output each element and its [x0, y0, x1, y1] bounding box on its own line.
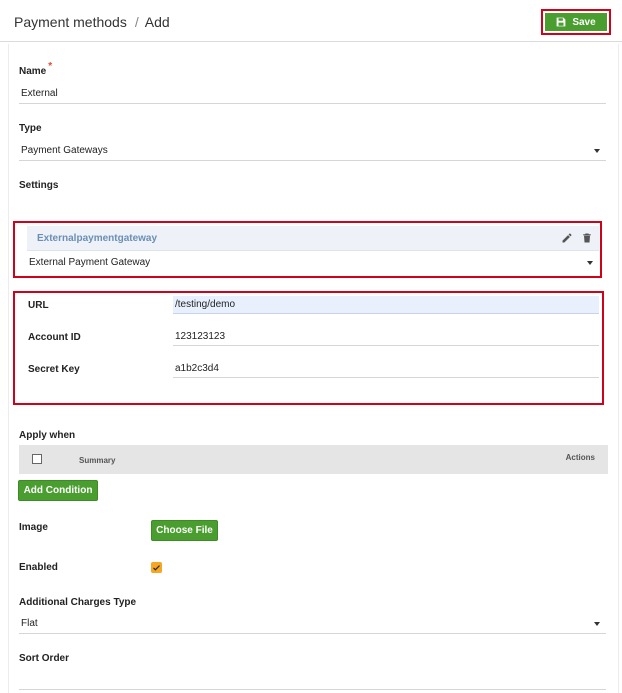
chevron-down-icon: [594, 622, 600, 626]
additional-charges-type-label: Additional Charges Type: [19, 597, 137, 608]
sort-order-input[interactable]: [19, 672, 606, 690]
account-id-label: Account ID: [28, 332, 81, 343]
enabled-label: Enabled: [19, 562, 58, 573]
secret-key-input[interactable]: a1b2c3d4: [173, 360, 599, 378]
checkmark-icon: [153, 565, 160, 571]
pencil-icon[interactable]: [561, 232, 573, 244]
gateway-credentials-highlight: URL /testing/demo Account ID 123123123 S…: [13, 291, 604, 405]
sort-order-label: Sort Order: [19, 653, 70, 664]
additional-charges-type-value: Flat: [21, 618, 38, 629]
secret-key-label: Secret Key: [28, 364, 80, 375]
name-input[interactable]: External: [19, 86, 606, 104]
trash-icon[interactable]: [581, 232, 593, 244]
gateway-title: Externalpaymentgateway: [37, 233, 158, 244]
save-button[interactable]: Save: [545, 13, 607, 31]
conditions-table-header: Summary Actions: [19, 445, 608, 474]
name-label: Name *: [19, 61, 53, 77]
gateway-select-value: External Payment Gateway: [29, 257, 151, 268]
additional-charges-type-select[interactable]: Flat: [19, 616, 606, 634]
image-label: Image: [19, 522, 48, 533]
save-icon: [556, 17, 566, 27]
url-input[interactable]: /testing/demo: [173, 296, 599, 314]
gateway-header: Externalpaymentgateway: [27, 226, 599, 251]
url-label: URL: [28, 300, 49, 311]
type-select-value: Payment Gateways: [21, 145, 108, 156]
apply-when-label: Apply when: [19, 430, 76, 441]
settings-label: Settings: [19, 180, 59, 191]
breadcrumb: Payment methods / Add: [14, 14, 170, 30]
summary-column-header: Summary: [79, 456, 116, 465]
type-label: Type: [19, 123, 42, 134]
save-button-highlight: Save: [541, 9, 611, 35]
choose-file-button[interactable]: Choose File: [151, 520, 218, 541]
select-all-checkbox[interactable]: [32, 454, 42, 464]
type-select[interactable]: Payment Gateways: [19, 143, 606, 161]
add-condition-button[interactable]: Add Condition: [18, 480, 98, 501]
chevron-down-icon: [587, 261, 593, 265]
chevron-down-icon: [594, 149, 600, 153]
gateway-select[interactable]: External Payment Gateway: [27, 255, 599, 273]
gateway-settings-highlight: Externalpaymentgateway External Payment …: [13, 221, 602, 278]
page-header: Payment methods / Add Save: [0, 0, 622, 42]
actions-column-header: Actions: [565, 453, 595, 462]
breadcrumb-current: Add: [144, 14, 170, 30]
enabled-checkbox[interactable]: [151, 562, 162, 573]
account-id-input[interactable]: 123123123: [173, 328, 599, 346]
required-asterisk: *: [48, 61, 53, 72]
breadcrumb-root[interactable]: Payment methods: [14, 14, 127, 30]
breadcrumb-separator: /: [134, 14, 139, 30]
save-button-label: Save: [572, 16, 596, 28]
